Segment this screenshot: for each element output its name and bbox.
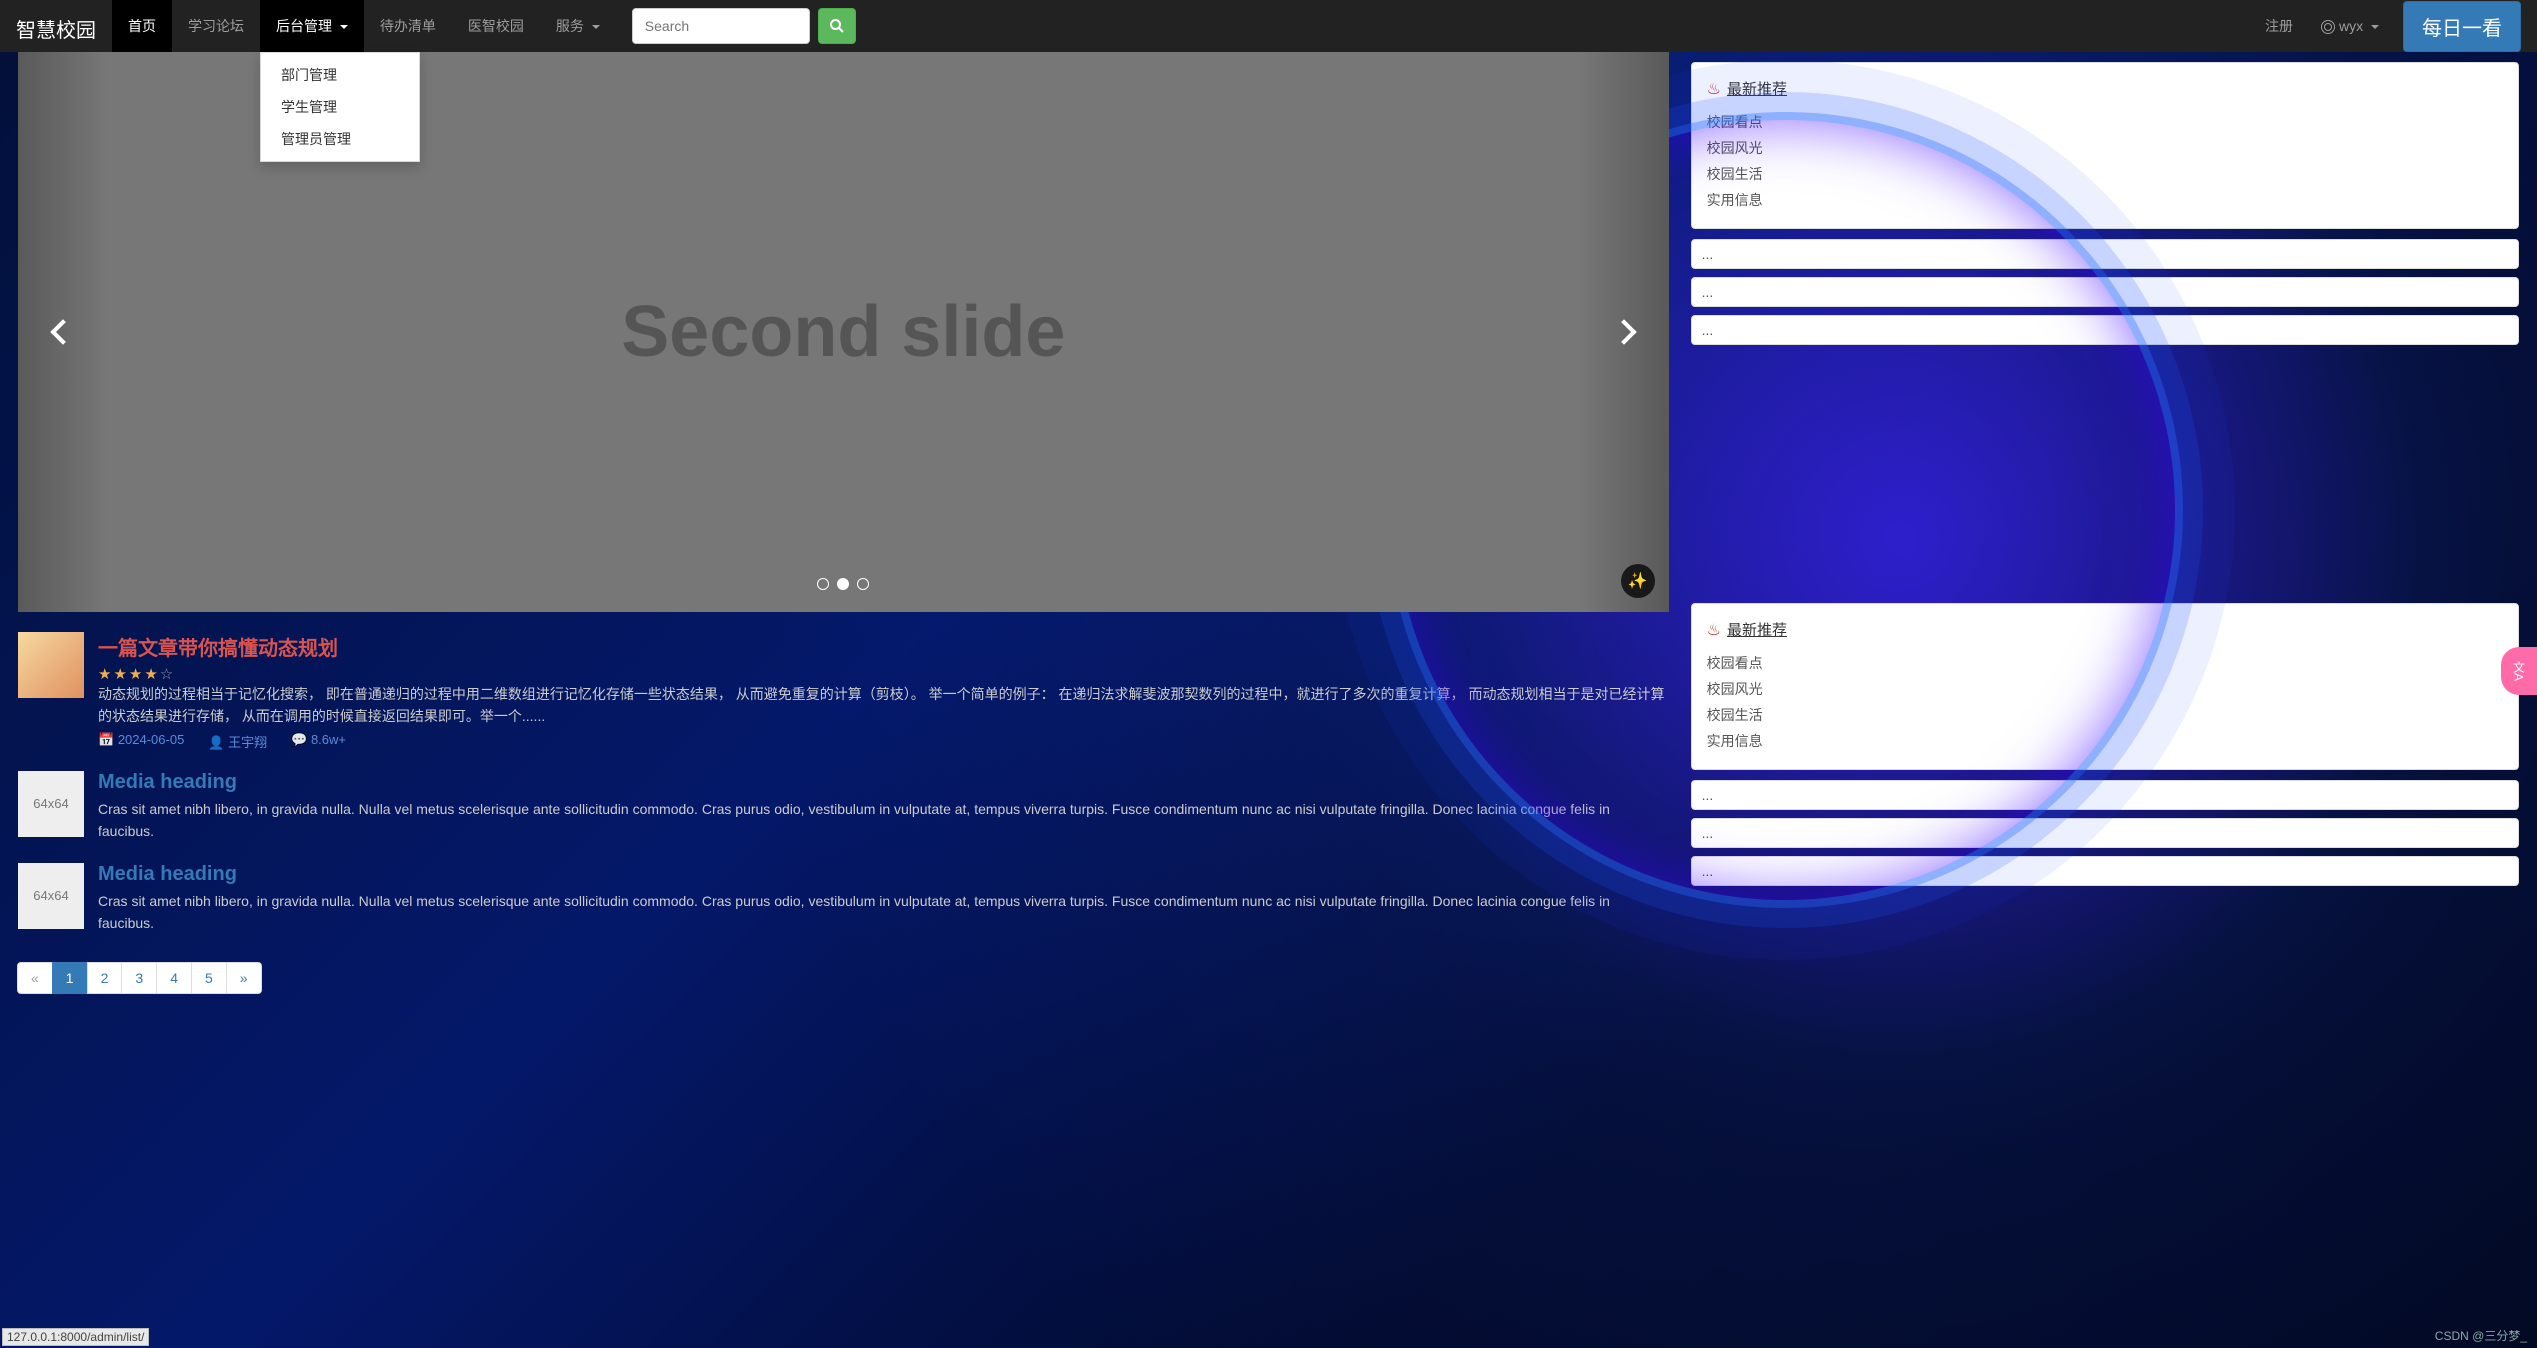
panel-title: ♨最新推荐 [1707, 619, 2503, 640]
carousel-indicators [817, 578, 869, 590]
article-body: Media heading Cras sit amet nibh libero,… [98, 863, 1669, 935]
article-title[interactable]: 一篇文章带你搞懂动态规划 [98, 632, 1669, 661]
indicator-2[interactable] [857, 578, 869, 590]
extra-panel[interactable]: ... [1691, 239, 2519, 269]
page-next[interactable]: » [227, 962, 262, 994]
magic-wand-icon: ✨ [1628, 571, 1648, 591]
extra-panel[interactable]: ... [1691, 818, 2519, 848]
list-item[interactable]: 实用信息 [1707, 187, 2503, 213]
menu-dept[interactable]: 部门管理 [261, 59, 419, 91]
list-item[interactable]: 实用信息 [1707, 728, 2503, 754]
article-item: 64x64 Media heading Cras sit amet nibh l… [18, 863, 1669, 935]
nav-service-dropdown[interactable]: 服务 [540, 0, 616, 52]
nav-service-label: 服务 [556, 18, 584, 34]
page-prev[interactable]: « [18, 962, 53, 994]
indicator-1[interactable] [837, 578, 849, 590]
meta-date: 📅 2024-06-05 [98, 732, 184, 751]
side-translate-pill[interactable]: 文A [2501, 647, 2537, 695]
list-item[interactable]: 校园看点 [1707, 650, 2503, 676]
flame-icon: ♨ [1707, 79, 1721, 99]
comment-icon: 💬 [291, 732, 307, 747]
article-item: 64x64 Media heading Cras sit amet nibh l… [18, 771, 1669, 843]
chevron-right-icon [1611, 319, 1636, 344]
caret-icon [2371, 25, 2379, 29]
panel-title: ♨最新推荐 [1707, 78, 2503, 99]
nav-home[interactable]: 首页 [112, 0, 172, 52]
user-icon [2321, 20, 2335, 34]
nav-admin-dropdown[interactable]: 后台管理 部门管理 学生管理 管理员管理 [260, 0, 364, 52]
user-icon: 👤 [208, 735, 224, 750]
recommend-list: 校园看点 校园风光 校园生活 实用信息 [1707, 650, 2503, 754]
article-thumb[interactable]: 64x64 [18, 771, 84, 837]
search-input[interactable] [632, 8, 810, 44]
article-item: 一篇文章带你搞懂动态规划 ★★★★☆ 动态规划的过程相当于记忆化搜索， 即在普通… [18, 632, 1669, 751]
extra-panel[interactable]: ... [1691, 856, 2519, 886]
rating-stars: ★★★★☆ [98, 665, 1669, 683]
admin-dropdown-menu: 部门管理 学生管理 管理员管理 [260, 52, 420, 162]
article-thumb[interactable] [18, 632, 84, 698]
indicator-0[interactable] [817, 578, 829, 590]
right-column: ♨最新推荐 校园看点 校园风光 校园生活 实用信息 ... ... ... ♨最… [1691, 52, 2519, 894]
article-body: Media heading Cras sit amet nibh libero,… [98, 771, 1669, 843]
nav-medical[interactable]: 医智校园 [452, 0, 540, 52]
brand[interactable]: 智慧校园 [0, 0, 112, 52]
article-title[interactable]: Media heading [98, 771, 1669, 794]
magic-wand-button[interactable]: ✨ [1621, 564, 1655, 598]
menu-student[interactable]: 学生管理 [261, 91, 419, 123]
status-link-hint: 127.0.0.1:8000/admin/list/ [2, 1328, 149, 1346]
chevron-left-icon [50, 319, 75, 344]
meta-author: 👤 王宇翔 [208, 732, 267, 751]
article-title[interactable]: Media heading [98, 863, 1669, 886]
article-excerpt: 动态规划的过程相当于记忆化搜索， 即在普通递归的过程中用二维数组进行记忆化存储一… [98, 683, 1669, 728]
article-thumb[interactable]: 64x64 [18, 863, 84, 929]
search-button[interactable] [818, 8, 856, 44]
user-dropdown[interactable]: wyx [2307, 2, 2393, 50]
extra-panel[interactable]: ... [1691, 315, 2519, 345]
left-column: Second slide ✨ 一篇文章带你搞懂动态规划 ★★★★☆ 动态规划的过… [18, 52, 1669, 994]
nav-todo[interactable]: 待办清单 [364, 0, 452, 52]
article-meta: 📅 2024-06-05 👤 王宇翔 💬 8.6w+ [98, 732, 1669, 751]
watermark: CSDN @三分梦_ [2435, 1327, 2527, 1344]
nav-admin-label: 后台管理 [276, 18, 332, 34]
carousel-prev[interactable] [18, 52, 108, 612]
carousel-next[interactable] [1579, 52, 1669, 612]
search-icon [829, 18, 845, 34]
register-link[interactable]: 注册 [2251, 0, 2307, 52]
main-container: Second slide ✨ 一篇文章带你搞懂动态规划 ★★★★☆ 动态规划的过… [0, 52, 2537, 994]
list-item[interactable]: 校园看点 [1707, 109, 2503, 135]
list-item[interactable]: 校园风光 [1707, 135, 2503, 161]
recommend-list: 校园看点 校园风光 校园生活 实用信息 [1707, 109, 2503, 213]
page-5[interactable]: 5 [192, 962, 227, 994]
nav-right: 注册 wyx 每日一看 [2251, 0, 2521, 52]
page-1[interactable]: 1 [53, 962, 88, 994]
caret-icon [340, 25, 348, 29]
list-item[interactable]: 校园风光 [1707, 676, 2503, 702]
nav-search-form [632, 0, 856, 52]
list-item[interactable]: 校园生活 [1707, 161, 2503, 187]
pagination: « 1 2 3 4 5 » [18, 962, 1669, 994]
article-excerpt: Cras sit amet nibh libero, in gravida nu… [98, 890, 1669, 935]
page-4[interactable]: 4 [157, 962, 192, 994]
article-body: 一篇文章带你搞懂动态规划 ★★★★☆ 动态规划的过程相当于记忆化搜索， 即在普通… [98, 632, 1669, 751]
recommend-panel-2: ♨最新推荐 校园看点 校园风光 校园生活 实用信息 [1691, 603, 2519, 770]
article-excerpt: Cras sit amet nibh libero, in gravida nu… [98, 798, 1669, 843]
nav-forum[interactable]: 学习论坛 [172, 0, 260, 52]
extra-panel[interactable]: ... [1691, 780, 2519, 810]
meta-views: 💬 8.6w+ [291, 732, 346, 751]
caret-icon [592, 25, 600, 29]
menu-admin[interactable]: 管理员管理 [261, 123, 419, 155]
calendar-icon: 📅 [98, 732, 114, 747]
list-item[interactable]: 校园生活 [1707, 702, 2503, 728]
recommend-panel: ♨最新推荐 校园看点 校园风光 校园生活 实用信息 [1691, 62, 2519, 229]
page-2[interactable]: 2 [88, 962, 123, 994]
navbar: 智慧校园 首页 学习论坛 后台管理 部门管理 学生管理 管理员管理 待办清单 医… [0, 0, 2537, 52]
flame-icon: ♨ [1707, 620, 1721, 640]
nav-left: 首页 学习论坛 后台管理 部门管理 学生管理 管理员管理 待办清单 医智校园 服… [112, 0, 616, 52]
daily-button[interactable]: 每日一看 [2403, 1, 2521, 52]
extra-panel[interactable]: ... [1691, 277, 2519, 307]
page-3[interactable]: 3 [122, 962, 157, 994]
